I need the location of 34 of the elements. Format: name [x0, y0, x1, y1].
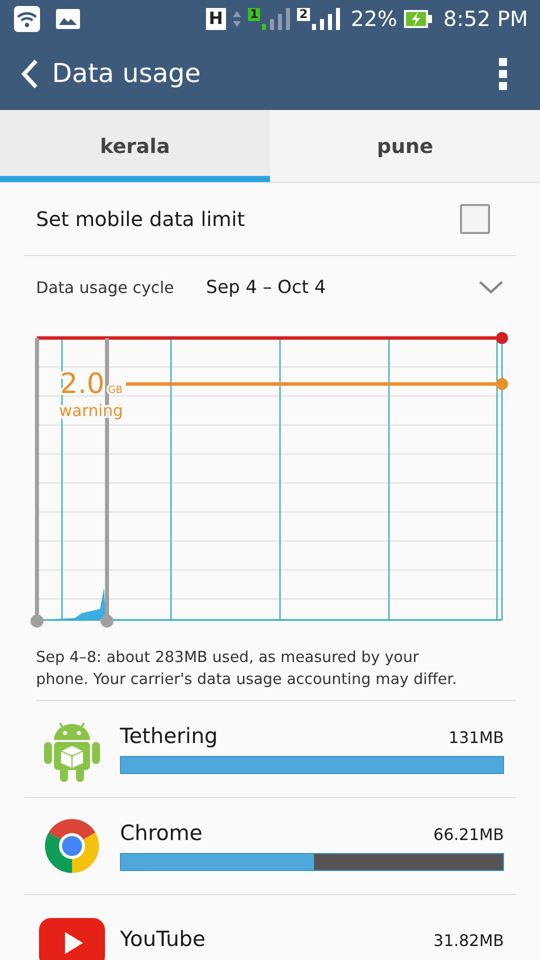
cycle-dropdown-value[interactable]: Sep 4 – Oct 4: [206, 276, 326, 298]
app-usage-row[interactable]: Chrome 66.21MB: [24, 798, 516, 895]
battery-percent: 22%: [350, 7, 398, 31]
usage-note: Sep 4–8: about 283MB used, as measured by your phone. Your carrier's data usage accounting may differ.: [36, 646, 516, 701]
clock: 8:52 PM: [443, 7, 528, 31]
limit-line[interactable]: [37, 332, 508, 344]
back-icon[interactable]: [20, 58, 40, 90]
app-name: Chrome: [120, 821, 204, 845]
app-usage-row[interactable]: YouTube 31.82MB: [24, 895, 516, 960]
data-amount: 31.82MB: [433, 931, 504, 950]
data-amount: 66.21MB: [433, 825, 504, 844]
app-name: YouTube: [120, 927, 206, 951]
cycle-label: Data usage cycle: [36, 278, 174, 296]
warning-line[interactable]: [126, 378, 508, 390]
checkbox[interactable]: [460, 204, 490, 234]
app-name: Tethering: [120, 724, 219, 748]
sim-badge: 1: [248, 8, 260, 21]
signal-icon: [261, 8, 292, 30]
setting-label: Set mobile data limit: [36, 207, 246, 231]
tab[interactable]: pune: [270, 110, 540, 182]
dropdown-caret-icon[interactable]: [478, 279, 504, 295]
app-usage-row[interactable]: Tethering 131MB: [24, 701, 516, 798]
network-type-badge: H: [206, 8, 226, 30]
image-icon: [56, 9, 80, 29]
overflow-menu-icon[interactable]: [498, 57, 508, 91]
battery-charging-icon: [403, 9, 434, 29]
range-handle[interactable]: [30, 338, 44, 628]
signal-icon: [310, 8, 341, 30]
screen-title: Data usage: [52, 59, 201, 89]
tab[interactable]: kerala: [0, 110, 270, 182]
sim-badge: 2: [297, 8, 310, 21]
wifi-icon: [14, 6, 40, 32]
data-amount: 131MB: [448, 728, 504, 747]
warning-unit: GB: [108, 385, 123, 396]
